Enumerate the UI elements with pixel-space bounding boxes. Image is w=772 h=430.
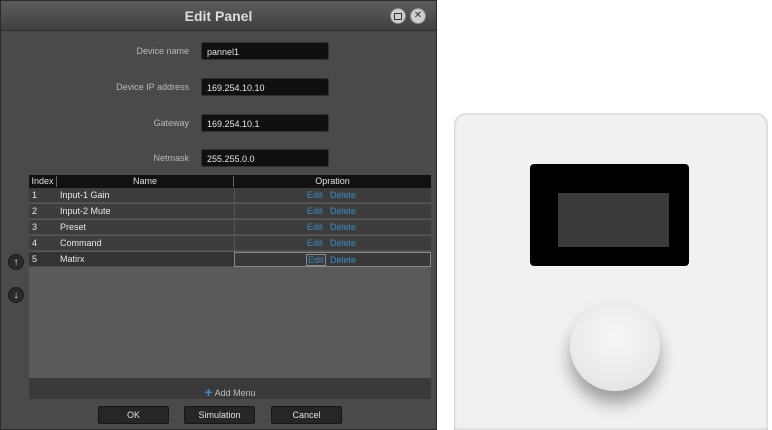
- device-ip-input[interactable]: 169.254.10.10: [201, 78, 329, 96]
- delete-link[interactable]: Delete: [330, 255, 356, 265]
- menu-table: Index Name Opration 1 Input-1 Gain Edit …: [29, 175, 431, 400]
- netmask-input[interactable]: 255.255.0.0: [201, 149, 329, 167]
- row-index: 4: [32, 238, 38, 248]
- move-down-button[interactable]: ↓: [8, 287, 24, 303]
- edit-panel-dialog: Edit Panel ✕ Device name pannel1 Device …: [0, 0, 437, 430]
- operation-cell: Edit Delete: [234, 204, 431, 219]
- column-header-index: Index: [29, 176, 57, 187]
- plus-icon: +: [204, 384, 213, 400]
- operation-cell: Edit Delete: [234, 236, 431, 251]
- column-header-operation: Opration: [315, 176, 350, 186]
- panel-display-screen: [558, 193, 669, 247]
- delete-link[interactable]: Delete: [330, 190, 356, 200]
- row-name: Input-1 Gain: [60, 190, 110, 200]
- table-row[interactable]: 1 Input-1 Gain Edit Delete: [29, 188, 431, 203]
- delete-link[interactable]: Delete: [330, 206, 356, 216]
- table-row[interactable]: 4 Command Edit Delete: [29, 236, 431, 251]
- device-name-label: Device name: [136, 46, 189, 56]
- ok-button[interactable]: OK: [98, 406, 169, 424]
- device-name-input[interactable]: pannel1: [201, 42, 329, 60]
- maximize-button[interactable]: [390, 8, 406, 24]
- edit-link[interactable]: Edit: [307, 222, 323, 232]
- arrow-down-icon: ↓: [13, 289, 19, 301]
- simulation-button[interactable]: Simulation: [184, 406, 255, 424]
- edit-link[interactable]: Edit: [307, 238, 323, 248]
- row-name: Matirx: [60, 254, 85, 264]
- netmask-label: Netmask: [153, 153, 189, 163]
- gateway-label: Gateway: [153, 118, 189, 128]
- row-index: 3: [32, 222, 38, 232]
- table-header: Index Name Opration: [29, 175, 431, 188]
- table-row-selected[interactable]: 5 Matirx Edit Delete: [29, 252, 431, 267]
- row-name: Command: [60, 238, 102, 248]
- add-menu-label: Add Menu: [214, 388, 256, 398]
- edit-link[interactable]: Edit: [307, 206, 323, 216]
- gateway-input[interactable]: 169.254.10.1: [201, 114, 329, 132]
- panel-knob[interactable]: [570, 301, 660, 391]
- operation-cell: Edit Delete: [234, 220, 431, 235]
- cancel-button[interactable]: Cancel: [271, 406, 342, 424]
- edit-link[interactable]: Edit: [307, 190, 323, 200]
- row-index: 2: [32, 206, 38, 216]
- edit-link[interactable]: Edit: [306, 254, 326, 266]
- close-button[interactable]: ✕: [410, 8, 426, 24]
- close-icon: ✕: [413, 10, 423, 21]
- delete-link[interactable]: Delete: [330, 238, 356, 248]
- device-ip-label: Device IP address: [116, 82, 189, 92]
- title-bar: Edit Panel ✕: [1, 1, 436, 31]
- row-name: Preset: [60, 222, 87, 232]
- move-up-button[interactable]: ↑: [8, 254, 24, 270]
- dialog-title: Edit Panel: [184, 8, 253, 24]
- table-row[interactable]: 2 Input-2 Mute Edit Delete: [29, 204, 431, 219]
- operation-cell: Edit Delete: [234, 188, 431, 203]
- add-menu-button[interactable]: + Add Menu: [29, 378, 431, 400]
- row-index: 5: [32, 254, 38, 264]
- column-header-name: Name: [57, 176, 234, 187]
- row-name: Input-2 Mute: [60, 206, 111, 216]
- table-row[interactable]: 3 Preset Edit Delete: [29, 220, 431, 235]
- operation-cell: Edit Delete: [234, 252, 431, 267]
- arrow-up-icon: ↑: [13, 256, 19, 268]
- row-index: 1: [32, 190, 38, 200]
- delete-link[interactable]: Delete: [330, 222, 356, 232]
